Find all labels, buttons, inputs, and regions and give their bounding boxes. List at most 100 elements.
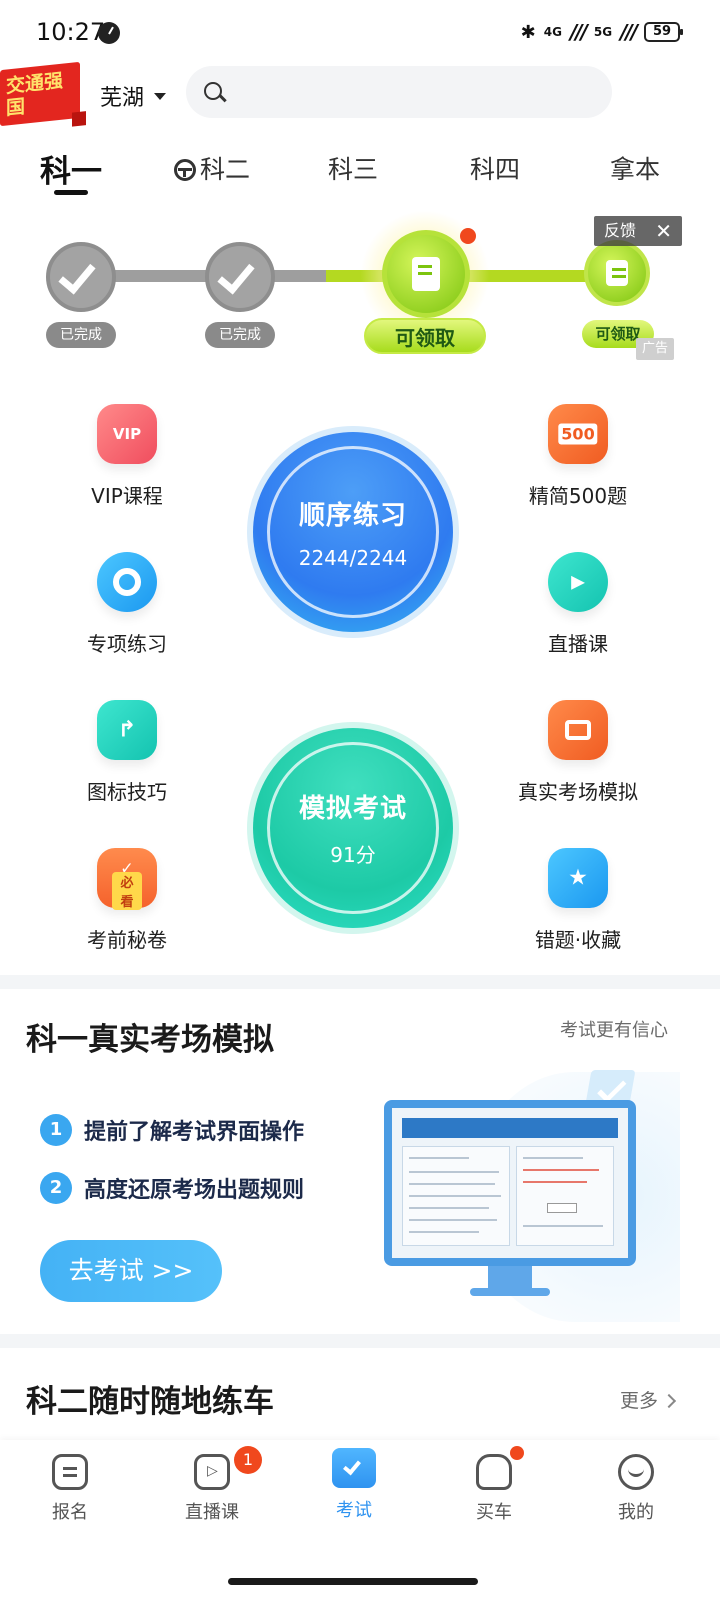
- road-sign-icon: ↱: [97, 700, 157, 760]
- star-icon: ★: [568, 865, 588, 891]
- buycar-notification-dot: [510, 1446, 524, 1460]
- sequential-practice-button[interactable]: 顺序练习 2244/2244: [253, 432, 453, 632]
- point-number: 1: [40, 1114, 72, 1146]
- close-icon[interactable]: ✕: [655, 216, 672, 246]
- arrow-turn-icon: ↱: [117, 717, 137, 743]
- feedback-label: 反馈: [604, 221, 637, 240]
- sequential-practice-inner: 顺序练习 2244/2244: [267, 446, 439, 618]
- feature-zhenshi[interactable]: 真实考场模拟: [478, 700, 678, 805]
- feature-tubiao[interactable]: ↱ 图标技巧: [27, 700, 227, 805]
- nav-kaoshi-label: 考试: [336, 1500, 372, 1521]
- active-tab-indicator: [54, 190, 88, 195]
- section-divider: [0, 975, 720, 989]
- feature-zhuanxiang[interactable]: 专项练习: [27, 552, 227, 657]
- caret-down-icon: [154, 92, 167, 100]
- screen-header-bar: [402, 1118, 618, 1138]
- nav-kaoshi[interactable]: 考试: [304, 1448, 404, 1522]
- nav-baoming[interactable]: 报名: [20, 1454, 120, 1524]
- bookmark-star-icon: ★: [548, 848, 608, 908]
- mock-exam-score: 91分: [330, 843, 376, 867]
- feature-cuoti-label: 错题·收藏: [534, 928, 622, 952]
- screen-right-panel: [516, 1146, 614, 1246]
- sequential-practice-count: 2244/2244: [298, 545, 408, 570]
- more-link[interactable]: 更多: [620, 1386, 677, 1413]
- target-icon: [97, 552, 157, 612]
- city-label: 芜湖: [100, 86, 145, 111]
- mock-exam-inner: 模拟考试 91分: [267, 742, 439, 914]
- signal-icon-2: ///: [620, 20, 638, 44]
- home-indicator[interactable]: [228, 1578, 478, 1585]
- mock-exam-title: 模拟考试: [298, 794, 407, 824]
- step-2-done: [205, 242, 275, 312]
- secret-paper-icon: 必看 ✓: [97, 848, 157, 911]
- point-text: 提前了解考试界面操作: [84, 1120, 305, 1145]
- feature-tubiao-label: 图标技巧: [87, 780, 167, 804]
- screen-left-panel: [402, 1146, 510, 1246]
- step-4-reward[interactable]: [584, 240, 650, 306]
- feature-jingjian500-label: 精简500题: [528, 484, 628, 508]
- 500-icon: 500: [548, 404, 608, 464]
- exam-monitor-illustration: [384, 1100, 636, 1266]
- bottom-navigation: 报名 ▷ 直播课 考试 买车 我的: [0, 1440, 720, 1600]
- screen-glyph: [565, 720, 591, 740]
- network-5g-label: 5G: [593, 25, 613, 39]
- feature-zhuanxiang-label: 专项练习: [87, 632, 167, 656]
- live-badge: 1: [234, 1446, 262, 1474]
- practice-car-title: 科二随时随地练车: [26, 1384, 274, 1420]
- tab-ke2[interactable]: 科二: [174, 150, 250, 186]
- license-doc-icon: [606, 260, 628, 286]
- feature-jingjian500[interactable]: 500 精简500题: [478, 404, 678, 509]
- real-exam-title: 科一真实考场模拟: [26, 1022, 274, 1058]
- battery-indicator: 59: [644, 22, 683, 42]
- step-1-label: 已完成: [46, 322, 116, 348]
- feature-kaoqian[interactable]: 必看 ✓ 考前秘卷: [27, 848, 227, 953]
- real-exam-subtitle: 考试更有信心: [560, 1020, 668, 1041]
- feature-zhenshi-label: 真实考场模拟: [518, 780, 638, 804]
- status-time: 10:27: [36, 18, 106, 46]
- nav-baoming-label: 报名: [52, 1502, 88, 1523]
- nav-zhibo-label: 直播课: [185, 1502, 239, 1523]
- status-bar: 10:27 ✱ 4G /// 5G /// 59: [0, 0, 720, 64]
- ad-label: 广告: [636, 338, 674, 360]
- go-exam-button[interactable]: 去考试 >>: [40, 1240, 222, 1302]
- subject-tabs: 科一 科二 科三 科四 拿本: [0, 140, 720, 200]
- real-exam-point-2: 2 高度还原考场出题规则: [40, 1172, 304, 1204]
- point-text: 高度还原考场出题规则: [84, 1178, 305, 1203]
- target-ring: [113, 568, 141, 596]
- monitor-base: [470, 1288, 550, 1296]
- feature-vip-label: VIP课程: [91, 484, 163, 508]
- search-icon: [204, 82, 222, 100]
- tv-icon: ▷: [194, 1454, 230, 1490]
- feature-cuoti[interactable]: ★ 错题·收藏: [478, 848, 678, 953]
- live-video-icon: ▶: [548, 552, 608, 612]
- feature-zhibo-label: 直播课: [548, 632, 608, 656]
- car-icon: [476, 1454, 512, 1490]
- mock-exam-button[interactable]: 模拟考试 91分: [253, 728, 453, 928]
- jiaotong-qiangguo-badge[interactable]: 交通强国: [0, 61, 80, 127]
- license-doc-icon: [412, 257, 440, 291]
- claim-button[interactable]: 可领取: [364, 318, 486, 354]
- bluetooth-icon: ✱: [520, 21, 536, 43]
- feature-vip[interactable]: VIP VIP课程: [27, 404, 227, 509]
- tab-naben[interactable]: 拿本: [610, 150, 660, 186]
- more-label: 更多: [620, 1390, 659, 1412]
- tab-ke3[interactable]: 科三: [328, 150, 378, 186]
- feedback-button[interactable]: 反馈 ✕: [594, 216, 682, 246]
- chevron-right-icon: [661, 1393, 677, 1409]
- feature-zhibo[interactable]: ▶ 直播课: [478, 552, 678, 657]
- search-bar[interactable]: [186, 66, 612, 118]
- 500-icon-text: 500: [558, 423, 598, 445]
- tab-ke4[interactable]: 科四: [470, 150, 520, 186]
- steering-wheel-icon: [174, 159, 196, 181]
- feature-kaoqian-label: 考前秘卷: [87, 928, 167, 952]
- city-selector[interactable]: 芜湖: [100, 80, 167, 112]
- nav-wode[interactable]: 我的: [586, 1454, 686, 1524]
- status-indicators: ✱ 4G /// 5G /// 59: [520, 20, 683, 44]
- monitor-icon: [548, 700, 608, 760]
- step-1-done: [46, 242, 116, 312]
- nav-maiche[interactable]: 买车: [444, 1454, 544, 1524]
- step-3-reward[interactable]: [382, 230, 470, 318]
- vip-icon-text: VIP: [112, 425, 142, 443]
- nav-wode-label: 我的: [618, 1502, 654, 1523]
- tab-ke1[interactable]: 科一: [40, 146, 102, 191]
